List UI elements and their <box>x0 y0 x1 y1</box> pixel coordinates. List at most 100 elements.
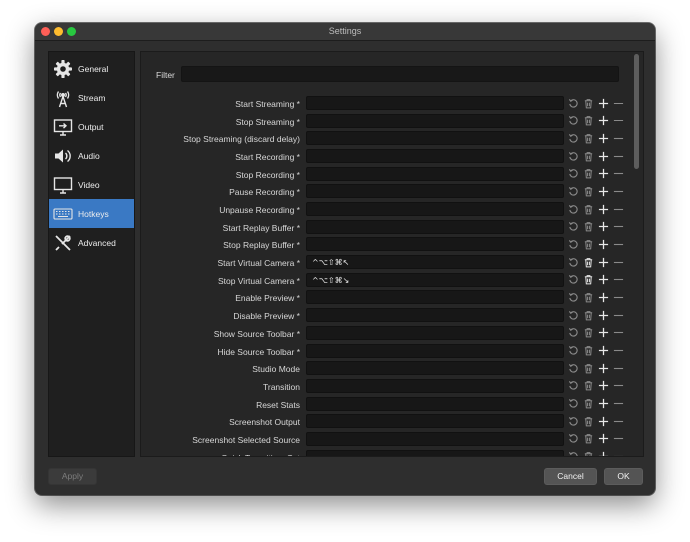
add-icon[interactable] <box>597 451 609 456</box>
hotkey-input[interactable] <box>306 131 564 146</box>
revert-icon[interactable] <box>567 132 579 144</box>
revert-icon[interactable] <box>567 398 579 410</box>
trash-icon[interactable] <box>582 168 594 180</box>
revert-icon[interactable] <box>567 327 579 339</box>
add-icon[interactable] <box>597 97 609 109</box>
remove-icon[interactable] <box>612 309 624 321</box>
hotkey-input[interactable] <box>306 219 564 234</box>
add-icon[interactable] <box>597 433 609 445</box>
remove-icon[interactable] <box>612 203 624 215</box>
add-icon[interactable] <box>597 398 609 410</box>
hotkey-input[interactable] <box>306 396 564 411</box>
trash-icon[interactable] <box>582 256 594 268</box>
hotkey-input[interactable] <box>306 290 564 305</box>
revert-icon[interactable] <box>567 115 579 127</box>
trash-icon[interactable] <box>582 97 594 109</box>
hotkey-input[interactable] <box>306 414 564 429</box>
hotkey-input[interactable] <box>306 96 564 110</box>
sidebar-item-hotkeys[interactable]: Hotkeys <box>49 199 134 228</box>
revert-icon[interactable] <box>567 256 579 268</box>
revert-icon[interactable] <box>567 238 579 250</box>
add-icon[interactable] <box>597 115 609 127</box>
trash-icon[interactable] <box>582 451 594 456</box>
remove-icon[interactable] <box>612 291 624 303</box>
revert-icon[interactable] <box>567 291 579 303</box>
hotkey-input[interactable]: ^⌥⇧⌘↘ <box>306 272 564 287</box>
add-icon[interactable] <box>597 150 609 162</box>
remove-icon[interactable] <box>612 168 624 180</box>
hotkey-input[interactable] <box>306 237 564 252</box>
trash-icon[interactable] <box>582 291 594 303</box>
remove-icon[interactable] <box>612 345 624 357</box>
hotkey-input[interactable] <box>306 343 564 358</box>
trash-icon[interactable] <box>582 327 594 339</box>
trash-icon[interactable] <box>582 345 594 357</box>
remove-icon[interactable] <box>612 185 624 197</box>
apply-button[interactable]: Apply <box>48 468 97 485</box>
remove-icon[interactable] <box>612 132 624 144</box>
remove-icon[interactable] <box>612 327 624 339</box>
trash-icon[interactable] <box>582 221 594 233</box>
revert-icon[interactable] <box>567 274 579 286</box>
remove-icon[interactable] <box>612 415 624 427</box>
trash-icon[interactable] <box>582 132 594 144</box>
add-icon[interactable] <box>597 309 609 321</box>
revert-icon[interactable] <box>567 97 579 109</box>
revert-icon[interactable] <box>567 415 579 427</box>
scrollbar[interactable] <box>632 53 642 455</box>
add-icon[interactable] <box>597 327 609 339</box>
add-icon[interactable] <box>597 291 609 303</box>
revert-icon[interactable] <box>567 221 579 233</box>
cancel-button[interactable]: Cancel <box>544 468 597 485</box>
ok-button[interactable]: OK <box>604 468 643 485</box>
add-icon[interactable] <box>597 132 609 144</box>
revert-icon[interactable] <box>567 150 579 162</box>
remove-icon[interactable] <box>612 362 624 374</box>
hotkey-input[interactable] <box>306 308 564 323</box>
revert-icon[interactable] <box>567 380 579 392</box>
hotkey-input[interactable] <box>306 431 564 446</box>
scrollbar-thumb[interactable] <box>634 54 639 169</box>
add-icon[interactable] <box>597 345 609 357</box>
revert-icon[interactable] <box>567 345 579 357</box>
remove-icon[interactable] <box>612 256 624 268</box>
remove-icon[interactable] <box>612 115 624 127</box>
remove-icon[interactable] <box>612 398 624 410</box>
trash-icon[interactable] <box>582 185 594 197</box>
add-icon[interactable] <box>597 362 609 374</box>
remove-icon[interactable] <box>612 274 624 286</box>
title-bar[interactable]: Settings <box>35 23 655 41</box>
remove-icon[interactable] <box>612 380 624 392</box>
sidebar-item-output[interactable]: Output <box>49 112 134 141</box>
add-icon[interactable] <box>597 256 609 268</box>
hotkey-input[interactable] <box>306 184 564 199</box>
add-icon[interactable] <box>597 168 609 180</box>
trash-icon[interactable] <box>582 398 594 410</box>
trash-icon[interactable] <box>582 380 594 392</box>
add-icon[interactable] <box>597 221 609 233</box>
hotkey-input[interactable] <box>306 149 564 164</box>
remove-icon[interactable] <box>612 97 624 109</box>
add-icon[interactable] <box>597 238 609 250</box>
sidebar-item-audio[interactable]: Audio <box>49 141 134 170</box>
remove-icon[interactable] <box>612 221 624 233</box>
revert-icon[interactable] <box>567 433 579 445</box>
trash-icon[interactable] <box>582 433 594 445</box>
trash-icon[interactable] <box>582 415 594 427</box>
revert-icon[interactable] <box>567 185 579 197</box>
trash-icon[interactable] <box>582 238 594 250</box>
trash-icon[interactable] <box>582 309 594 321</box>
remove-icon[interactable] <box>612 433 624 445</box>
add-icon[interactable] <box>597 203 609 215</box>
hotkey-input[interactable] <box>306 449 564 456</box>
sidebar-item-general[interactable]: General <box>49 54 134 83</box>
trash-icon[interactable] <box>582 150 594 162</box>
hotkey-input[interactable] <box>306 113 564 128</box>
hotkey-input[interactable] <box>306 202 564 217</box>
trash-icon[interactable] <box>582 203 594 215</box>
add-icon[interactable] <box>597 274 609 286</box>
add-icon[interactable] <box>597 185 609 197</box>
sidebar-item-video[interactable]: Video <box>49 170 134 199</box>
add-icon[interactable] <box>597 415 609 427</box>
hotkey-input[interactable] <box>306 361 564 376</box>
